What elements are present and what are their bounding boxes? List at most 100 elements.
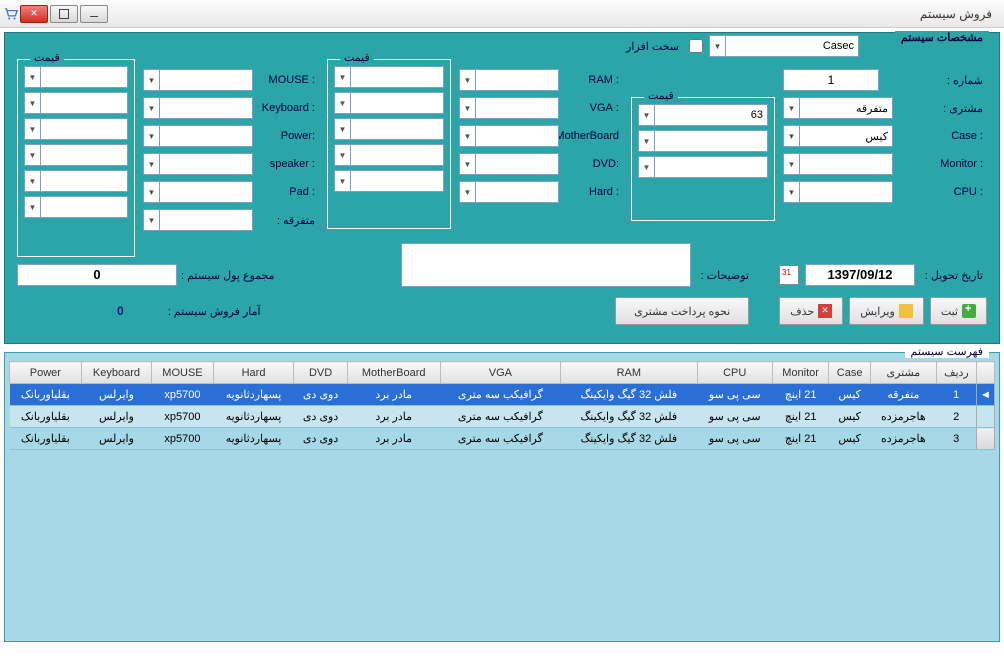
list-panel: فهرست سیستم ردیفمشتریCaseMonitorCPURAMVG… bbox=[4, 352, 1000, 642]
price-dvd-combo[interactable] bbox=[334, 144, 444, 166]
ram-combo[interactable] bbox=[459, 69, 559, 91]
edit-button[interactable]: ویرایش bbox=[849, 297, 924, 325]
chevron-down-icon[interactable] bbox=[25, 197, 41, 217]
grid-header[interactable]: Hard bbox=[213, 362, 294, 384]
chevron-down-icon[interactable] bbox=[144, 154, 160, 174]
monitor-combo[interactable] bbox=[783, 153, 893, 175]
chevron-down-icon[interactable] bbox=[784, 98, 800, 118]
grid-header[interactable]: ردیف bbox=[936, 362, 976, 384]
grid-header[interactable]: RAM bbox=[561, 362, 697, 384]
price-hard-combo[interactable] bbox=[334, 170, 444, 192]
calendar-icon[interactable] bbox=[779, 265, 799, 285]
hard-combo[interactable] bbox=[459, 181, 559, 203]
chevron-down-icon[interactable] bbox=[460, 154, 476, 174]
price-vga-combo[interactable] bbox=[334, 92, 444, 114]
grid-header[interactable]: Case bbox=[829, 362, 871, 384]
mouse-label: : MOUSE bbox=[253, 74, 319, 86]
keyboard-combo[interactable] bbox=[143, 97, 253, 119]
price-speaker-combo[interactable] bbox=[24, 144, 128, 166]
price-misc-combo[interactable] bbox=[24, 196, 128, 218]
system-grid[interactable]: ردیفمشتریCaseMonitorCPURAMVGAMotherBoard… bbox=[9, 361, 995, 450]
chevron-down-icon[interactable] bbox=[144, 182, 160, 202]
pad-combo[interactable] bbox=[143, 181, 253, 203]
grid-header[interactable]: DVD bbox=[294, 362, 347, 384]
chevron-down-icon[interactable] bbox=[25, 67, 41, 87]
table-row[interactable]: 3هاجرمزدهکیس21 اینچسی پی سوفلش 32 گیگ وا… bbox=[10, 428, 995, 450]
grid-header[interactable]: Keyboard bbox=[81, 362, 152, 384]
chevron-down-icon[interactable] bbox=[25, 171, 41, 191]
price-power-combo[interactable] bbox=[24, 118, 128, 140]
chevron-down-icon[interactable] bbox=[144, 70, 160, 90]
price-keyboard-combo[interactable] bbox=[24, 92, 128, 114]
grid-header[interactable]: Power bbox=[10, 362, 82, 384]
chevron-down-icon[interactable] bbox=[639, 157, 655, 177]
save-button[interactable]: ثبت bbox=[930, 297, 987, 325]
row-selector[interactable] bbox=[977, 428, 995, 450]
table-row[interactable]: 2هاجرمزدهکیس21 اینچسی پی سوفلش 32 گیگ وا… bbox=[10, 406, 995, 428]
grid-header[interactable]: CPU bbox=[697, 362, 772, 384]
chevron-down-icon[interactable] bbox=[335, 171, 351, 191]
grid-header[interactable]: Monitor bbox=[772, 362, 828, 384]
grid-header[interactable]: MOUSE bbox=[152, 362, 213, 384]
table-row[interactable]: ◄1متفرقهکیس21 اینچسی پی سوفلش 32 گیگ وای… bbox=[10, 384, 995, 406]
case-combo[interactable]: کیس bbox=[783, 125, 893, 147]
chevron-down-icon[interactable] bbox=[144, 210, 160, 230]
delete-icon bbox=[818, 304, 832, 318]
chevron-down-icon[interactable] bbox=[144, 98, 160, 118]
chevron-down-icon[interactable] bbox=[639, 105, 655, 125]
customer-combo[interactable]: متفرقه bbox=[783, 97, 893, 119]
window-minimize-button[interactable] bbox=[80, 5, 108, 23]
hardware-checkbox[interactable] bbox=[689, 39, 703, 53]
chevron-down-icon[interactable] bbox=[784, 182, 800, 202]
hardware-combo[interactable]: Casec bbox=[709, 35, 859, 57]
chevron-down-icon[interactable] bbox=[460, 70, 476, 90]
number-field[interactable]: 1 bbox=[783, 69, 879, 91]
cpu-combo[interactable] bbox=[783, 181, 893, 203]
chevron-down-icon[interactable] bbox=[710, 36, 726, 56]
price-monitor-combo[interactable] bbox=[638, 130, 768, 152]
grid-header[interactable]: MotherBoard bbox=[347, 362, 440, 384]
delivery-field[interactable]: 1397/09/12 bbox=[805, 264, 915, 286]
chevron-down-icon[interactable] bbox=[460, 126, 476, 146]
window-maximize-button[interactable] bbox=[50, 5, 78, 23]
delete-button[interactable]: حذف bbox=[779, 297, 843, 325]
chevron-down-icon[interactable] bbox=[460, 98, 476, 118]
chevron-down-icon[interactable] bbox=[25, 119, 41, 139]
price-mouse-combo[interactable] bbox=[24, 66, 128, 88]
hardware-label: سخت افزار bbox=[622, 40, 683, 53]
case-label: : Case bbox=[927, 130, 987, 142]
mb-combo[interactable] bbox=[459, 125, 559, 147]
chevron-down-icon[interactable] bbox=[335, 67, 351, 87]
chevron-down-icon[interactable] bbox=[639, 131, 655, 151]
chevron-down-icon[interactable] bbox=[784, 154, 800, 174]
price-group-1: قیمت 63 bbox=[631, 97, 775, 221]
row-selector[interactable] bbox=[977, 406, 995, 428]
speaker-combo[interactable] bbox=[143, 153, 253, 175]
chevron-down-icon[interactable] bbox=[784, 126, 800, 146]
desc-textarea[interactable] bbox=[401, 243, 691, 287]
grid-header[interactable]: مشتری bbox=[870, 362, 936, 384]
price-ram-combo[interactable] bbox=[334, 66, 444, 88]
price-pad-combo[interactable] bbox=[24, 170, 128, 192]
dvd-combo[interactable] bbox=[459, 153, 559, 175]
window-title: فروش سیستم bbox=[920, 7, 1000, 21]
grid-header[interactable]: VGA bbox=[440, 362, 560, 384]
payment-button[interactable]: نحوه پرداخت مشتری bbox=[615, 297, 749, 325]
row-selector[interactable]: ◄ bbox=[977, 384, 995, 406]
chevron-down-icon[interactable] bbox=[335, 119, 351, 139]
misc-combo[interactable] bbox=[143, 209, 253, 231]
price-cpu-combo[interactable] bbox=[638, 156, 768, 178]
vga-combo[interactable] bbox=[459, 97, 559, 119]
specs-panel: مشخصات سیستم Casec سخت افزار شماره :1 مش… bbox=[4, 32, 1000, 344]
price-mb-combo[interactable] bbox=[334, 118, 444, 140]
power-combo[interactable] bbox=[143, 125, 253, 147]
chevron-down-icon[interactable] bbox=[144, 126, 160, 146]
window-close-button[interactable] bbox=[20, 5, 48, 23]
price-case-combo[interactable]: 63 bbox=[638, 104, 768, 126]
chevron-down-icon[interactable] bbox=[335, 145, 351, 165]
chevron-down-icon[interactable] bbox=[25, 93, 41, 113]
chevron-down-icon[interactable] bbox=[25, 145, 41, 165]
chevron-down-icon[interactable] bbox=[460, 182, 476, 202]
chevron-down-icon[interactable] bbox=[335, 93, 351, 113]
mouse-combo[interactable] bbox=[143, 69, 253, 91]
